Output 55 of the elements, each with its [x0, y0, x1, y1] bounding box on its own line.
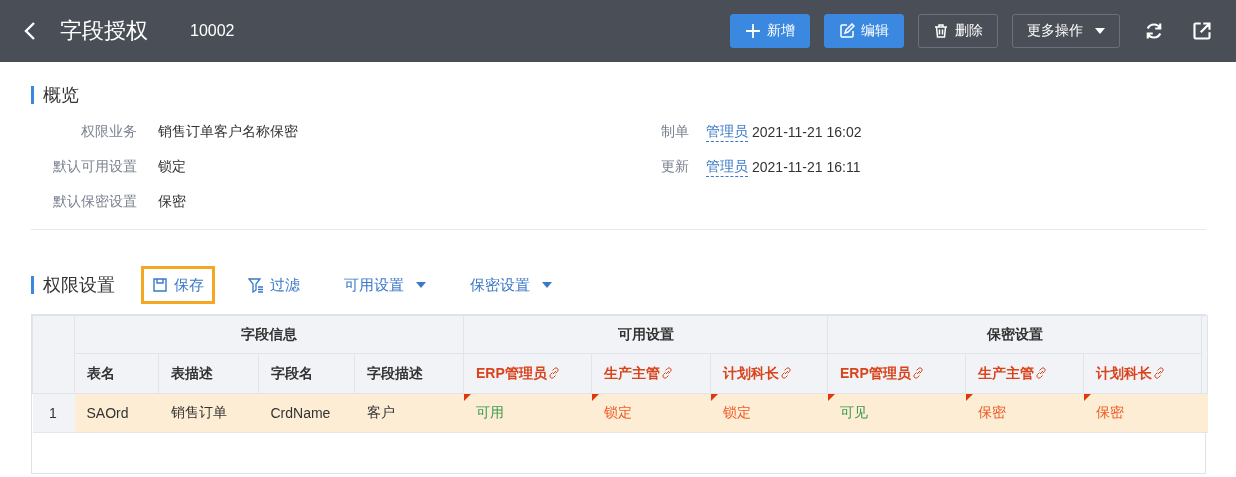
field-value: 锁定	[158, 158, 186, 176]
section-title: 权限设置	[43, 274, 115, 297]
field-label: 更新	[660, 158, 689, 176]
refresh-icon	[1144, 21, 1164, 41]
table-cell: 保密	[1095, 404, 1124, 420]
column-header[interactable]: 生产主管	[978, 364, 1035, 381]
save-icon	[152, 277, 168, 293]
trash-icon	[933, 23, 949, 39]
group-header: 保密设置	[827, 315, 1202, 354]
group-header: 字段信息	[74, 315, 464, 354]
field-label: 制单	[660, 123, 689, 141]
edit-icon	[839, 23, 855, 39]
caret-icon	[542, 282, 552, 288]
timestamp: 2021-11-21 16:02	[752, 124, 862, 140]
column-header[interactable]: 表描述	[171, 364, 213, 381]
user-link[interactable]: 管理员	[706, 122, 748, 142]
column-header[interactable]: 生产主管	[604, 364, 660, 381]
field-label: 权限业务	[80, 123, 137, 141]
save-button[interactable]: 保存	[141, 266, 215, 304]
field-label: 默认保密设置	[52, 193, 137, 211]
column-header[interactable]: 字段名	[271, 364, 313, 381]
table-cell: 可用	[475, 404, 504, 420]
add-button[interactable]: 新增	[730, 14, 810, 48]
share-icon	[1192, 21, 1212, 41]
table-cell: 锁定	[603, 404, 632, 420]
column-header[interactable]: 计划科长	[1096, 364, 1153, 381]
column-header[interactable]: 计划科长	[723, 364, 779, 381]
row-number: 1	[49, 405, 57, 421]
table-cell: 客户	[366, 404, 395, 420]
caret-icon	[1095, 28, 1105, 34]
caret-icon	[416, 282, 426, 288]
table-cell: SAOrd	[86, 405, 129, 421]
dropdown-button[interactable]: 保密设置	[459, 266, 563, 304]
table-cell: CrdName	[270, 405, 331, 421]
table-cell: 锁定	[722, 404, 751, 420]
dropdown-button[interactable]: 可用设置	[333, 266, 437, 304]
table-cell: 可见	[839, 404, 868, 420]
column-header[interactable]: 表名	[87, 364, 115, 381]
field-value: 销售订单客户名称保密	[158, 123, 298, 141]
group-header: 可用设置	[463, 315, 828, 354]
table-cell: 销售订单	[170, 404, 227, 420]
timestamp: 2021-11-21 16:11	[752, 159, 861, 175]
plus-icon	[745, 23, 761, 39]
section-title: 概览	[43, 84, 79, 107]
field-value: 保密	[158, 193, 186, 211]
filter-icon	[248, 277, 264, 293]
user-link[interactable]: 管理员	[706, 157, 748, 177]
filter-button[interactable]: 过滤	[237, 266, 311, 304]
more-button[interactable]: 更多操作	[1012, 14, 1120, 48]
delete-button[interactable]: 删除	[918, 14, 998, 48]
table-cell: 保密	[977, 404, 1006, 420]
edit-button[interactable]: 编辑	[824, 14, 904, 48]
field-label: 默认可用设置	[52, 158, 137, 176]
page-title: 字段授权	[60, 17, 148, 45]
record-number: 10002	[190, 22, 235, 40]
